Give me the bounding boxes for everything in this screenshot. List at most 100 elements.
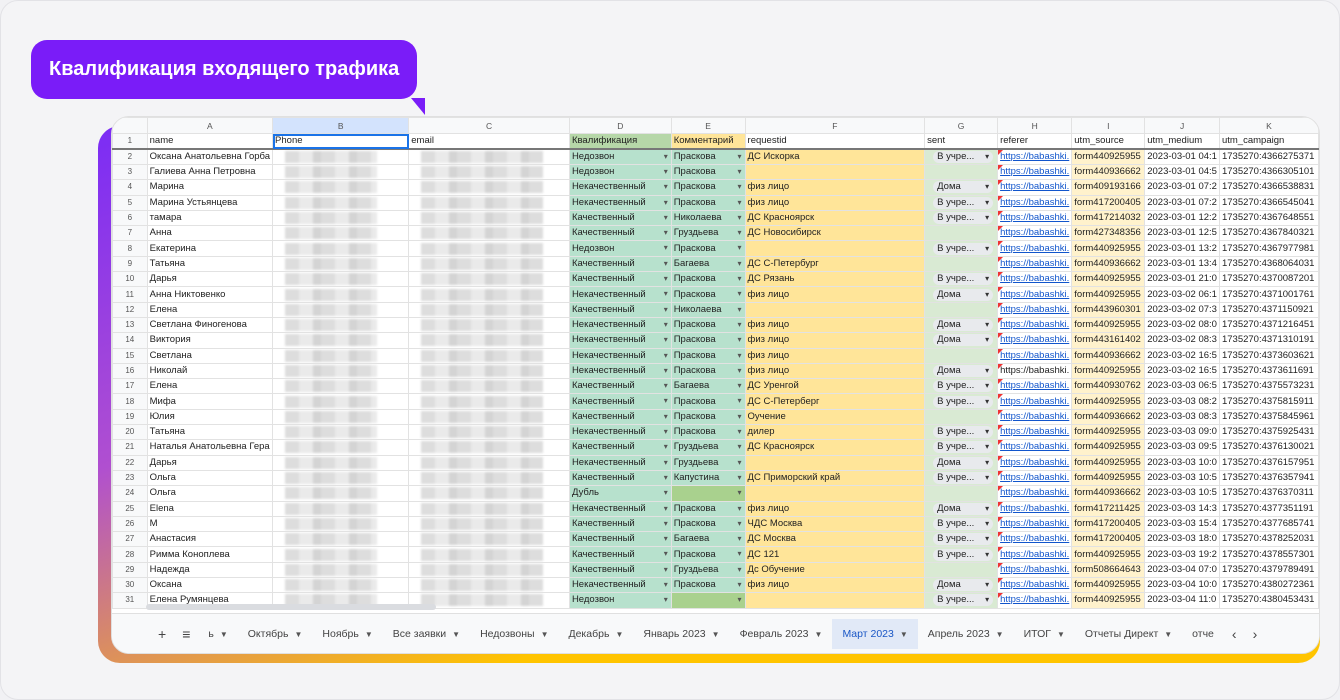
column-header-k[interactable]: K <box>1218 117 1319 134</box>
sent-chip-dropdown[interactable]: В учре... <box>933 196 994 209</box>
sent-cell[interactable]: В учре... <box>924 546 999 563</box>
requestid-cell[interactable]: физ лицо <box>744 179 926 196</box>
name-cell[interactable]: Наталья Анатольевна Гера <box>146 439 274 456</box>
name-cell[interactable]: Татьяна <box>146 424 274 441</box>
utm-medium-cell[interactable]: 2023-03-01 07:2 <box>1144 194 1220 211</box>
sent-chip-dropdown[interactable]: В учре... <box>933 395 994 408</box>
scroll-tabs-left-button[interactable]: ‹ <box>1224 626 1245 642</box>
utm-source-cell[interactable]: form443161402 <box>1071 332 1146 349</box>
column-header-i[interactable]: I <box>1071 117 1146 134</box>
column-header-h[interactable]: H <box>997 117 1073 134</box>
referer-cell[interactable]: https://babashki. <box>997 301 1073 318</box>
sent-chip-dropdown[interactable]: Дома <box>933 365 994 377</box>
phone-cell-redacted[interactable] <box>272 378 410 395</box>
row-number[interactable]: 4 <box>112 179 148 196</box>
requestid-cell[interactable]: ДС С-Петерберг <box>744 393 926 410</box>
comment-dropdown[interactable]: Николаева <box>670 209 746 227</box>
utm-source-cell[interactable]: form508664643 <box>1071 561 1146 579</box>
comment-dropdown[interactable]: Праскова <box>670 393 746 410</box>
qualification-dropdown[interactable]: Некачественный <box>568 500 672 517</box>
sent-cell[interactable] <box>924 301 999 318</box>
name-cell[interactable]: Надежда <box>146 561 274 579</box>
chevron-down-icon[interactable]: ▼ <box>365 630 373 639</box>
name-cell[interactable]: Елена <box>146 378 274 395</box>
referer-cell[interactable]: https://babashki. <box>997 424 1073 441</box>
referer-cell[interactable]: https://babashki. <box>997 209 1073 227</box>
row-number[interactable]: 28 <box>112 546 148 563</box>
chevron-down-icon[interactable]: ▼ <box>541 630 549 639</box>
phone-cell-redacted[interactable] <box>272 225 410 242</box>
utm-medium-cell[interactable]: 2023-03-03 08:2 <box>1144 393 1220 410</box>
email-cell-redacted[interactable] <box>408 209 570 227</box>
column-header-g[interactable]: G <box>924 117 999 134</box>
sent-chip-dropdown[interactable]: В учре... <box>933 517 994 530</box>
row-number[interactable]: 6 <box>112 209 148 227</box>
email-cell-redacted[interactable] <box>408 301 570 318</box>
sheet-tab[interactable]: Отчеты Директ ▼ <box>1075 619 1182 649</box>
phone-cell-redacted[interactable] <box>272 546 410 563</box>
utm-campaign-cell[interactable]: 1735270:4373611691 <box>1218 362 1319 380</box>
utm-campaign-cell[interactable]: 1735270:4371150921 <box>1218 301 1319 318</box>
sent-cell[interactable]: В учре... <box>924 424 999 441</box>
row-number[interactable]: 8 <box>112 240 148 257</box>
chevron-down-icon[interactable]: ▼ <box>712 630 720 639</box>
utm-medium-cell[interactable]: 2023-03-04 07:0 <box>1144 561 1220 579</box>
referer-cell[interactable]: https://babashki. <box>997 454 1073 471</box>
requestid-cell[interactable]: ДС 121 <box>744 546 926 563</box>
comment-dropdown[interactable] <box>670 592 746 609</box>
utm-campaign-cell[interactable]: 1735270:4366538831 <box>1218 179 1319 196</box>
name-cell[interactable]: Светлана <box>146 347 274 364</box>
row-number[interactable]: 29 <box>112 561 148 579</box>
utm-campaign-cell[interactable]: 1735270:4378252031 <box>1218 531 1319 548</box>
referer-link[interactable]: https://babashki. <box>1000 365 1069 376</box>
requestid-cell[interactable]: физ лицо <box>744 347 926 364</box>
referer-link[interactable]: https://babashki. <box>1000 396 1069 407</box>
row-number[interactable]: 31 <box>112 592 148 609</box>
referer-link[interactable]: https://babashki. <box>1000 533 1069 544</box>
referer-cell[interactable]: https://babashki. <box>997 408 1073 426</box>
sheet-tab[interactable]: Март 2023 ▼ <box>832 618 918 649</box>
email-cell-redacted[interactable] <box>408 424 570 441</box>
chevron-down-icon[interactable]: ▼ <box>294 630 302 639</box>
sent-cell[interactable]: Дома <box>924 286 999 303</box>
name-cell[interactable]: Оксана Анатольевна Горба <box>146 148 274 165</box>
sent-cell[interactable]: Дома <box>924 454 999 471</box>
utm-medium-cell[interactable]: 2023-03-02 16:5 <box>1144 362 1220 380</box>
sent-cell[interactable]: В учре... <box>924 515 999 533</box>
email-cell-redacted[interactable] <box>408 240 570 257</box>
comment-dropdown[interactable]: Праскова <box>670 362 746 380</box>
header-cell-utm_medium[interactable]: utm_medium <box>1144 133 1220 150</box>
qualification-dropdown[interactable]: Качественный <box>568 469 672 487</box>
utm-medium-cell[interactable]: 2023-03-03 09:5 <box>1144 439 1220 456</box>
sent-cell[interactable]: В учре... <box>924 271 999 288</box>
referer-cell[interactable]: https://babashki. <box>997 592 1073 609</box>
header-cell-name[interactable]: name <box>146 133 274 150</box>
utm-medium-cell[interactable]: 2023-03-01 13:2 <box>1144 240 1220 257</box>
chevron-down-icon[interactable]: ▼ <box>1057 630 1065 639</box>
row-number[interactable]: 9 <box>112 255 148 273</box>
column-header-d[interactable]: D <box>568 117 672 134</box>
qualification-dropdown[interactable]: Некачественный <box>568 316 672 334</box>
qualification-dropdown[interactable]: Качественный <box>568 531 672 548</box>
column-header-c[interactable]: C <box>408 117 570 134</box>
row-number[interactable]: 12 <box>112 301 148 318</box>
sheet-tab[interactable]: Февраль 2023 ▼ <box>730 619 833 649</box>
sent-chip-dropdown[interactable]: В учре... <box>933 426 994 439</box>
row-number[interactable]: 2 <box>112 148 148 165</box>
utm-campaign-cell[interactable]: 1735270:4375573231 <box>1218 378 1319 395</box>
utm-source-cell[interactable]: form440925955 <box>1071 577 1146 594</box>
qualification-dropdown[interactable]: Некачественный <box>568 332 672 349</box>
comment-dropdown[interactable]: Праскова <box>670 163 746 181</box>
referer-link[interactable]: https://babashki. <box>1000 212 1069 223</box>
name-cell[interactable]: Галиева Анна Петровна <box>146 163 274 181</box>
referer-cell[interactable]: https://babashki. <box>997 531 1073 548</box>
name-cell[interactable]: Марина <box>146 179 274 196</box>
email-cell-redacted[interactable] <box>408 271 570 288</box>
sent-chip-dropdown[interactable]: В учре... <box>933 533 994 546</box>
referer-cell[interactable]: https://babashki. <box>997 515 1073 533</box>
utm-medium-cell[interactable]: 2023-03-01 13:4 <box>1144 255 1220 273</box>
phone-cell-redacted[interactable] <box>272 271 410 288</box>
sheet-tab[interactable]: Январь 2023 ▼ <box>633 619 729 649</box>
qualification-dropdown[interactable]: Качественный <box>568 546 672 563</box>
sent-cell[interactable]: Дома <box>924 500 999 517</box>
